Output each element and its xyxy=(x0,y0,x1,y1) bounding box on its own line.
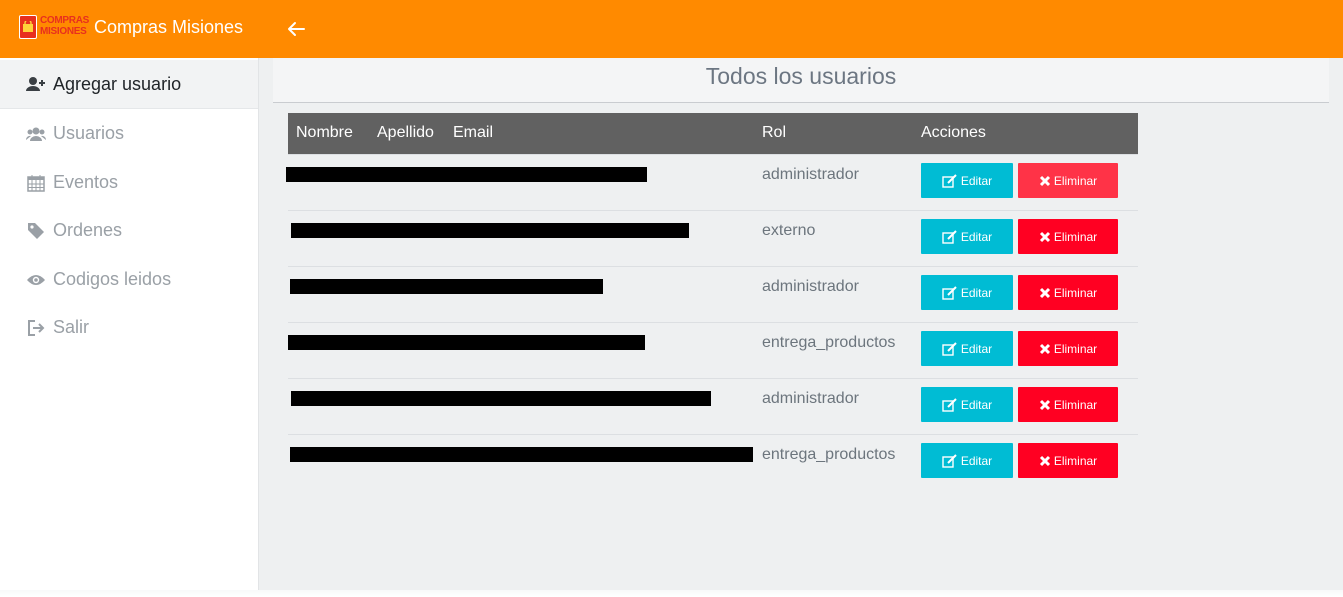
logo-line-2: MISIONES xyxy=(40,26,87,37)
users-table: Nombre Apellido Email Rol Acciones admin… xyxy=(286,113,1138,490)
delete-label: Eliminar xyxy=(1053,229,1098,244)
delete-label: Eliminar xyxy=(1053,341,1098,356)
delete-button[interactable]: Eliminar xyxy=(1018,275,1118,310)
sidebar-item-agregar-usuario[interactable]: Agregar usuario xyxy=(0,60,258,109)
logo-text: COMPRAS MISIONES xyxy=(40,15,89,37)
edit-button[interactable]: Editar xyxy=(921,275,1013,310)
delete-button[interactable]: Eliminar xyxy=(1018,443,1118,478)
sidebar-item-ordenes[interactable]: Ordenes xyxy=(0,206,258,255)
edit-label: Editar xyxy=(960,453,993,468)
edit-button[interactable]: Editar xyxy=(921,443,1013,478)
edit-button[interactable]: Editar xyxy=(921,331,1013,366)
delete-label: Eliminar xyxy=(1053,173,1098,188)
role-cell: administrador xyxy=(762,166,859,183)
sidebar-item-label: Agregar usuario xyxy=(53,73,182,94)
redacted-user-info xyxy=(286,167,647,182)
edit-button[interactable]: Editar xyxy=(921,163,1013,198)
column-header-acciones: Acciones xyxy=(921,124,986,141)
close-icon xyxy=(1039,399,1050,410)
table-header: Nombre Apellido Email Rol Acciones xyxy=(288,113,1138,154)
sidebar-item-label: Eventos xyxy=(53,172,119,192)
close-icon xyxy=(1039,455,1050,466)
close-icon xyxy=(1039,343,1050,354)
column-header-apellido: Apellido xyxy=(377,124,434,141)
back-arrow-icon[interactable] xyxy=(285,18,307,40)
sidebar-item-codigos-leidos[interactable]: Codigos leidos xyxy=(0,255,258,304)
table-row: administrador Editar Eliminar xyxy=(288,266,1138,322)
delete-label: Eliminar xyxy=(1053,397,1098,412)
bottom-edge xyxy=(0,590,1343,597)
page-title: Todos los usuarios xyxy=(705,63,897,89)
edit-icon xyxy=(942,173,957,188)
edit-icon xyxy=(942,229,957,244)
logo-line-1: COMPRAS xyxy=(40,15,90,26)
close-icon xyxy=(1039,231,1050,242)
column-header-email: Email xyxy=(453,124,494,141)
edit-label: Editar xyxy=(960,173,993,188)
table-row: entrega_productos Editar Eliminar xyxy=(288,322,1138,378)
users-icon xyxy=(26,124,46,144)
role-cell: externo xyxy=(762,222,816,239)
sidebar: Agregar usuario Usuarios Eventos Ordenes… xyxy=(0,58,259,590)
delete-label: Eliminar xyxy=(1053,453,1098,468)
redacted-user-info xyxy=(288,335,645,350)
app-title[interactable]: Compras Misiones xyxy=(94,17,243,38)
redacted-user-info xyxy=(290,447,753,462)
edit-label: Editar xyxy=(960,285,993,300)
role-cell: administrador xyxy=(762,390,859,407)
delete-button[interactable]: Eliminar xyxy=(1018,387,1118,422)
content-header: Todos los usuarios xyxy=(273,58,1329,103)
column-header-rol: Rol xyxy=(762,124,787,141)
edit-icon xyxy=(942,397,957,412)
eye-icon xyxy=(26,270,46,290)
edit-label: Editar xyxy=(960,341,993,356)
sidebar-item-eventos[interactable]: Eventos xyxy=(0,158,258,207)
sidebar-item-label: Usuarios xyxy=(53,123,125,143)
tag-icon xyxy=(26,221,46,241)
delete-label: Eliminar xyxy=(1053,285,1098,300)
sidebar-item-label: Codigos leidos xyxy=(53,269,172,289)
edit-button[interactable]: Editar xyxy=(921,387,1013,422)
edit-button[interactable]: Editar xyxy=(921,219,1013,254)
redacted-user-info xyxy=(290,279,603,294)
table-row: administrador Editar Eliminar xyxy=(288,378,1138,434)
role-cell: entrega_productos xyxy=(762,334,896,351)
close-icon xyxy=(1039,287,1050,298)
redacted-user-info xyxy=(291,391,711,406)
sign-out-icon xyxy=(26,318,46,338)
app-logo[interactable]: COMPRAS MISIONES xyxy=(19,15,89,41)
sidebar-item-label: Salir xyxy=(53,317,90,337)
delete-button[interactable]: Eliminar xyxy=(1018,331,1118,366)
add-user-icon xyxy=(26,74,46,94)
calendar-icon xyxy=(26,173,46,193)
role-cell: entrega_productos xyxy=(762,446,896,463)
edit-icon xyxy=(942,285,957,300)
delete-button[interactable]: Eliminar xyxy=(1018,219,1118,254)
edit-label: Editar xyxy=(960,397,993,412)
close-icon xyxy=(1039,175,1050,186)
top-bar: COMPRAS MISIONES Compras Misiones xyxy=(0,0,1343,58)
sidebar-item-label: Ordenes xyxy=(53,220,123,240)
column-header-nombre: Nombre xyxy=(296,124,353,141)
sidebar-item-usuarios[interactable]: Usuarios xyxy=(0,109,258,158)
redacted-user-info xyxy=(291,223,689,238)
table-row: administrador Editar Eliminar xyxy=(286,154,1138,210)
edit-icon xyxy=(942,453,957,468)
logo-bag-icon xyxy=(19,15,37,39)
role-cell: administrador xyxy=(762,278,859,295)
edit-icon xyxy=(942,341,957,356)
table-row: externo Editar Eliminar xyxy=(288,210,1138,266)
table-row: entrega_productos Editar Eliminar xyxy=(288,434,1138,490)
sidebar-item-salir[interactable]: Salir xyxy=(0,303,258,352)
delete-button[interactable]: Eliminar xyxy=(1018,163,1118,198)
edit-label: Editar xyxy=(960,229,993,244)
